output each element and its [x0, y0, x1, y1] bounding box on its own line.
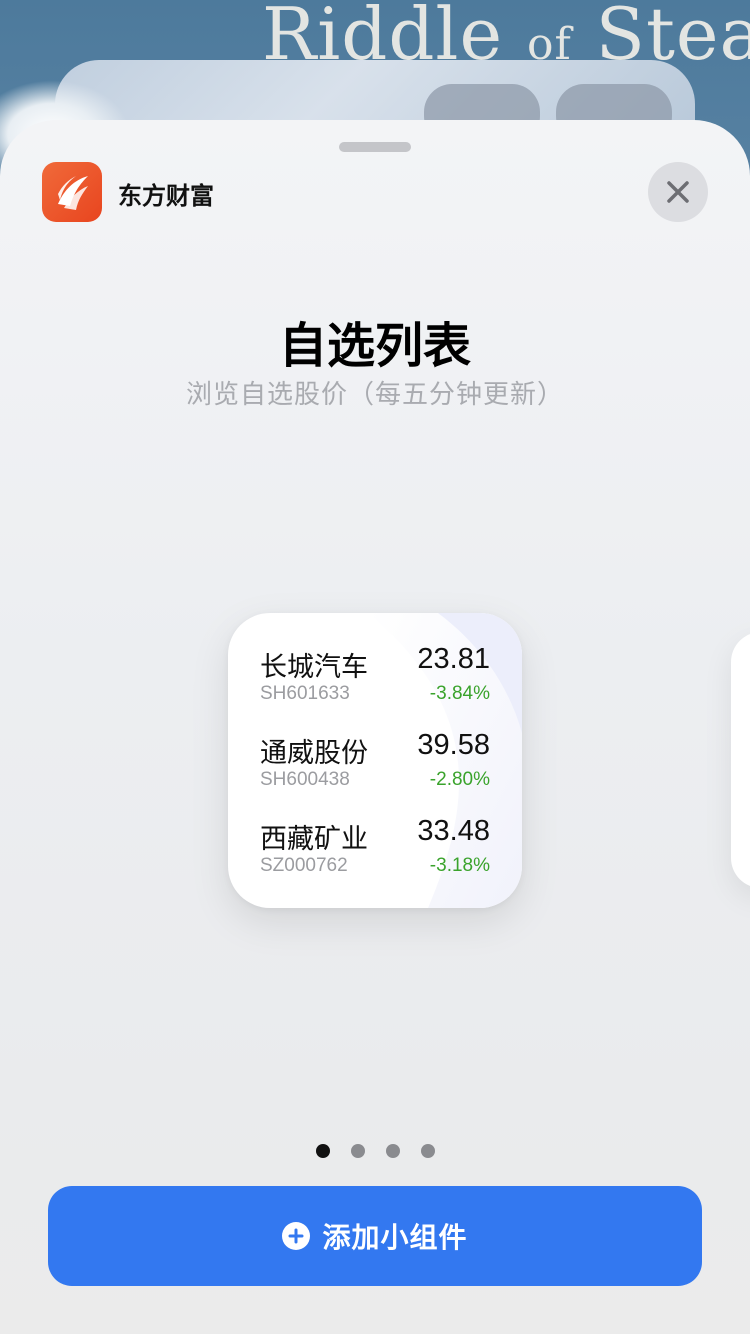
- stock-price: 23.81: [417, 643, 490, 675]
- stock-code: SZ000762: [260, 855, 348, 876]
- stock-name: 长城汽车: [260, 652, 368, 683]
- eastmoney-logo-icon: [42, 162, 102, 222]
- stock-change: -3.18%: [429, 855, 490, 876]
- close-icon: [667, 181, 689, 203]
- stock-code: SH601633: [260, 683, 350, 704]
- widget-title: 自选列表: [278, 318, 471, 374]
- page-dot[interactable]: [315, 1144, 330, 1158]
- app-name: 东方财富: [118, 182, 214, 210]
- close-button[interactable]: [648, 162, 708, 222]
- plus-circle-icon: [282, 1222, 311, 1250]
- stock-change: -2.80%: [429, 769, 490, 790]
- stock-name: 西藏矿业: [260, 824, 368, 855]
- page-dot[interactable]: [350, 1144, 365, 1158]
- stock-price: 39.58: [417, 729, 490, 761]
- watchlist-widget-preview[interactable]: 长城汽车 SH601633 23.81 -3.84% 通威股份 SH600438…: [228, 613, 522, 908]
- sheet-grabber[interactable]: [339, 142, 411, 152]
- add-widget-button[interactable]: 添加小组件: [48, 1186, 702, 1286]
- stock-change: -3.84%: [429, 683, 490, 704]
- stock-row: 通威股份 SH600438 39.58 -2.80%: [260, 729, 490, 791]
- page-indicator[interactable]: [0, 1144, 750, 1158]
- stock-name: 通威股份: [260, 738, 368, 769]
- next-widget-preview[interactable]: [731, 632, 750, 888]
- widget-gallery-sheet: 东方财富 自选列表 浏览自选股价（每五分钟更新） 长城汽车 SH601633 2…: [0, 120, 750, 1334]
- stock-row: 长城汽车 SH601633 23.81 -3.84%: [260, 643, 490, 705]
- add-widget-label: 添加小组件: [322, 1221, 468, 1254]
- page-dot[interactable]: [420, 1144, 435, 1158]
- widget-description: 浏览自选股价（每五分钟更新）: [185, 380, 564, 410]
- page-dot[interactable]: [385, 1144, 400, 1158]
- stock-code: SH600438: [260, 769, 350, 790]
- stock-price: 33.48: [417, 815, 490, 847]
- stock-row: 西藏矿业 SZ000762 33.48 -3.18%: [260, 815, 490, 877]
